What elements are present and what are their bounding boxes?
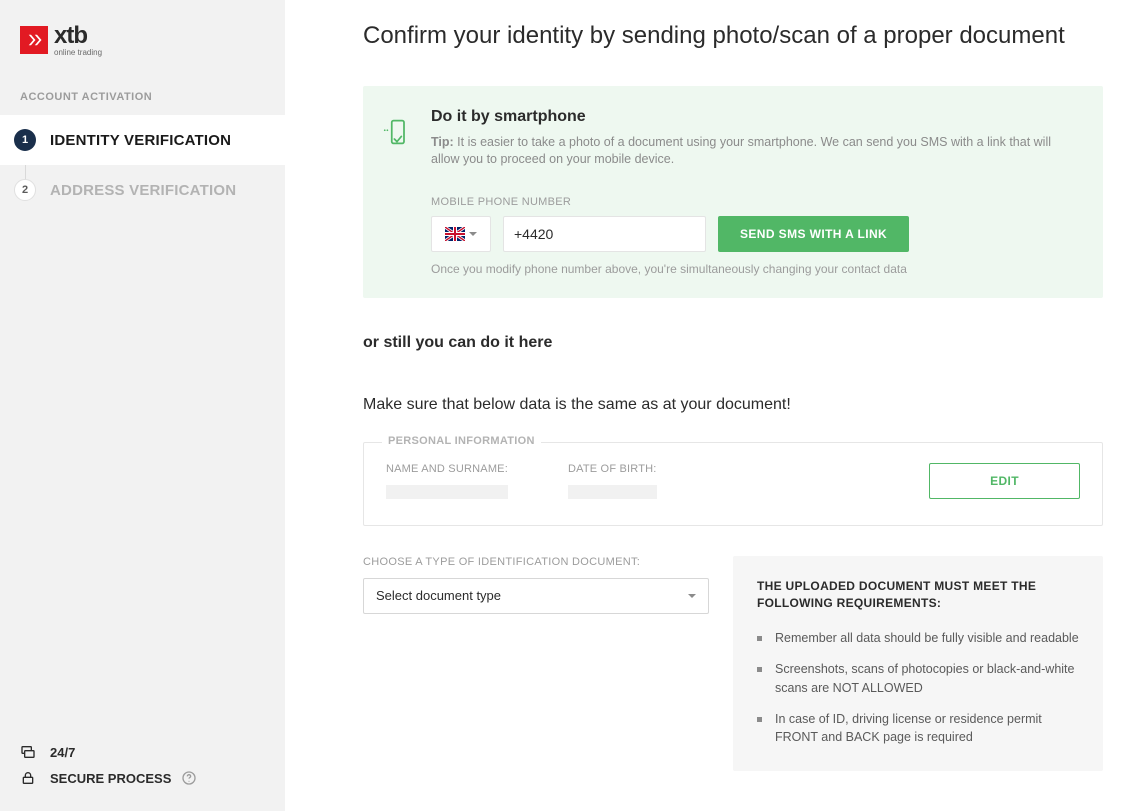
brand-name: xtb (54, 26, 102, 46)
personal-info-legend: PERSONAL INFORMATION (382, 435, 541, 447)
logo: xtb online trading (0, 0, 285, 75)
support-text: 24/7 (50, 745, 75, 760)
name-label: NAME AND SURNAME: (386, 463, 508, 475)
phone-label: MOBILE PHONE NUMBER (431, 196, 1077, 208)
step-label: IDENTITY VERIFICATION (50, 132, 231, 149)
smartphone-title: Do it by smartphone (431, 108, 1077, 126)
requirements-title: THE UPLOADED DOCUMENT MUST MEET THE FOLL… (757, 578, 1079, 612)
requirements-list: Remember all data should be fully visibl… (757, 629, 1079, 747)
step-badge: 1 (14, 129, 36, 151)
chat-icon (20, 744, 36, 760)
personal-info-fieldset: PERSONAL INFORMATION NAME AND SURNAME: D… (363, 442, 1103, 526)
step-list: 1 IDENTITY VERIFICATION 2 ADDRESS VERIFI… (0, 115, 285, 215)
brand-tagline: online trading (54, 48, 102, 57)
chevron-down-icon (469, 232, 477, 236)
tip-label: Tip: (431, 135, 454, 149)
tip-text: It is easier to take a photo of a docume… (431, 135, 1051, 166)
check-data-heading: Make sure that below data is the same as… (363, 396, 1103, 414)
help-icon[interactable] (181, 770, 197, 786)
name-column: NAME AND SURNAME: (386, 463, 508, 499)
smartphone-box: Do it by smartphone Tip: It is easier to… (363, 86, 1103, 298)
requirement-item: In case of ID, driving license or reside… (757, 710, 1079, 748)
dob-label: DATE OF BIRTH: (568, 463, 657, 475)
doc-type-label: CHOOSE A TYPE OF IDENTIFICATION DOCUMENT… (363, 556, 709, 568)
step-identity-verification[interactable]: 1 IDENTITY VERIFICATION (0, 115, 285, 165)
dob-value (568, 485, 657, 499)
doc-type-select[interactable]: Select document type (363, 578, 709, 614)
step-address-verification[interactable]: 2 ADDRESS VERIFICATION (0, 165, 285, 215)
step-label: ADDRESS VERIFICATION (50, 182, 236, 199)
requirement-item: Screenshots, scans of photocopies or bla… (757, 660, 1079, 698)
sidebar-support: 24/7 (20, 739, 265, 765)
sidebar: xtb online trading ACCOUNT ACTIVATION 1 … (0, 0, 285, 811)
page-title: Confirm your identity by sending photo/s… (363, 22, 1103, 50)
edit-button[interactable]: EDIT (929, 463, 1080, 499)
doc-type-placeholder: Select document type (376, 588, 501, 603)
or-divider-text: or still you can do it here (363, 334, 1103, 352)
phone-note: Once you modify phone number above, you'… (431, 262, 1077, 276)
country-flag-select[interactable] (431, 216, 491, 252)
chevron-down-icon (688, 594, 696, 598)
requirements-box: THE UPLOADED DOCUMENT MUST MEET THE FOLL… (733, 556, 1103, 771)
sidebar-section-label: ACCOUNT ACTIVATION (0, 75, 285, 115)
step-badge: 2 (14, 179, 36, 201)
send-sms-button[interactable]: SEND SMS WITH A LINK (718, 216, 909, 252)
lock-icon (20, 770, 36, 786)
phone-input[interactable] (503, 216, 706, 252)
smartphone-icon (383, 108, 411, 276)
uk-flag-icon (445, 227, 465, 241)
name-value (386, 485, 508, 499)
main-content: Confirm your identity by sending photo/s… (285, 0, 1143, 811)
requirement-item: Remember all data should be fully visibl… (757, 629, 1079, 648)
smartphone-tip: Tip: It is easier to take a photo of a d… (431, 134, 1077, 168)
secure-text: SECURE PROCESS (50, 771, 171, 786)
dob-column: DATE OF BIRTH: (568, 463, 657, 499)
logo-mark-icon (20, 26, 48, 54)
